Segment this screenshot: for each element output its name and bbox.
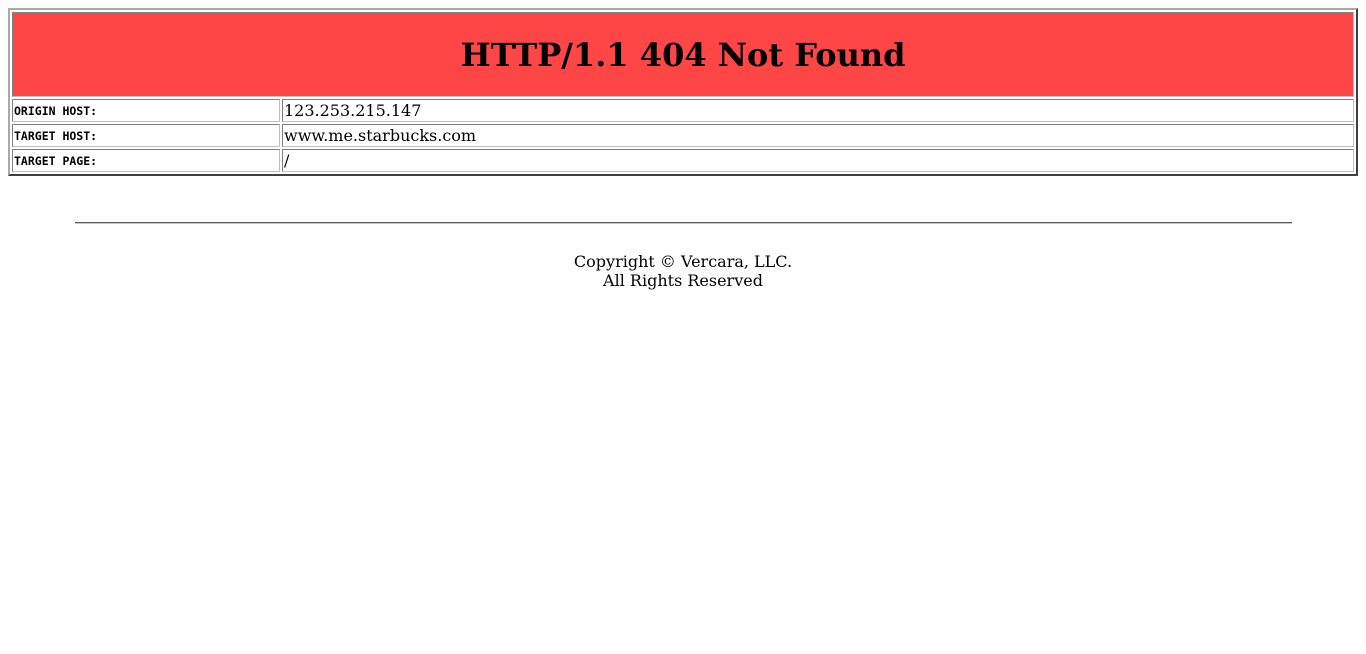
header-cell: HTTP/1.1 404 Not Found (12, 12, 1354, 97)
target-host-label: TARGET HOST: (12, 124, 280, 147)
header-row: HTTP/1.1 404 Not Found (12, 12, 1354, 97)
horizontal-divider (75, 222, 1292, 224)
target-page-value: / (282, 149, 1354, 172)
origin-host-value: 123.253.215.147 (282, 99, 1354, 122)
rights-text: All Rights Reserved (603, 271, 763, 290)
target-page-label: TARGET PAGE: (12, 149, 280, 172)
table-row-target-page: TARGET PAGE: / (12, 149, 1354, 172)
table-row-target-host: TARGET HOST: www.me.starbucks.com (12, 124, 1354, 147)
target-host-value: www.me.starbucks.com (282, 124, 1354, 147)
copyright-text: Copyright © Vercara, LLC. (573, 252, 793, 271)
origin-host-label: ORIGIN HOST: (12, 99, 280, 122)
page-title: HTTP/1.1 404 Not Found (460, 35, 906, 74)
footer: Copyright © Vercara, LLC. All Rights Res… (0, 252, 1366, 290)
error-details-table: HTTP/1.1 404 Not Found ORIGIN HOST: 123.… (8, 8, 1358, 176)
table-row-origin-host: ORIGIN HOST: 123.253.215.147 (12, 99, 1354, 122)
